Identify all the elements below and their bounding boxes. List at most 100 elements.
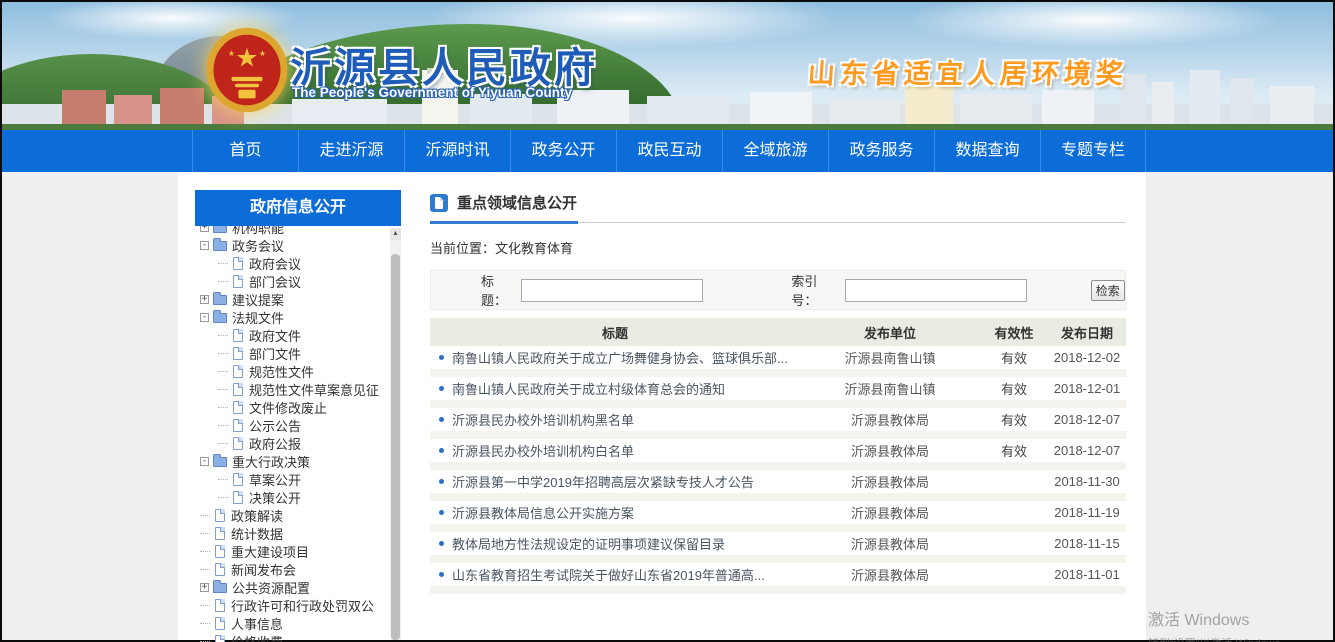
tree-item[interactable]: 行政许可和行政处罚双公: [197, 596, 389, 614]
doc-link[interactable]: 山东省教育招生考试院关于做好山东省2019年普通高...: [452, 565, 765, 584]
tree-item[interactable]: -政务会议: [197, 236, 389, 254]
tree-item-label: 人事信息: [231, 614, 283, 633]
date-cell: 2018-12-01: [1048, 381, 1126, 396]
validity-cell: 有效: [980, 410, 1048, 429]
tree-item[interactable]: 部门文件: [197, 344, 389, 362]
doc-link[interactable]: 教体局地方性法规设定的证明事项建议保留目录: [452, 534, 725, 553]
tree-item[interactable]: 政策解读: [197, 506, 389, 524]
tree-item[interactable]: 规范性文件草案意见征: [197, 380, 389, 398]
unit-cell: 沂源县教体局: [800, 565, 980, 584]
folder-icon: [213, 313, 227, 323]
tree-item[interactable]: 统计数据: [197, 524, 389, 542]
results-table: 标题发布单位有效性发布日期 南鲁山镇人民政府关于成立广场舞健身协会、篮球俱乐部.…: [430, 318, 1126, 594]
scroll-up-icon[interactable]: ▲: [390, 228, 401, 240]
award-text: 山东省适宜人居环境奖: [807, 52, 1130, 91]
tree-item-label: 决策公开: [249, 488, 301, 507]
tree-item[interactable]: + 建议提案: [197, 290, 389, 308]
nav-item[interactable]: 首页: [192, 130, 298, 172]
table-body: 南鲁山镇人民政府关于成立广场舞健身协会、篮球俱乐部...沂源县南鲁山镇有效201…: [430, 346, 1126, 594]
title-cell: 南鲁山镇人民政府关于成立广场舞健身协会、篮球俱乐部...: [430, 348, 800, 367]
nav-item[interactable]: 政务公开: [510, 130, 616, 172]
file-icon: [233, 419, 243, 432]
tree-item-label: 政策解读: [231, 506, 283, 525]
tree-item[interactable]: -法规文件: [197, 308, 389, 326]
tree-item[interactable]: 公示公告: [197, 416, 389, 434]
expand-toggle-icon[interactable]: -: [200, 241, 209, 250]
header-cell: 有效性: [980, 323, 1048, 342]
expand-toggle-icon[interactable]: +: [200, 295, 209, 304]
doc-link[interactable]: 沂源县教体局信息公开实施方案: [452, 503, 634, 522]
site-subtitle: The People's Government of Yiyuan County: [292, 85, 572, 100]
tree-item[interactable]: 政府公报: [197, 434, 389, 452]
tree-item[interactable]: 政府文件: [197, 326, 389, 344]
banner-image: ★ ★ ★ 沂源县人民政府 The People's Government of…: [2, 2, 1333, 130]
main-nav-bar: 首页走进沂源沂源时讯政务公开政民互动全域旅游政务服务数据查询专题专栏: [2, 130, 1333, 172]
tree-item[interactable]: 部门会议: [197, 272, 389, 290]
nav-item[interactable]: 走进沂源: [298, 130, 404, 172]
table-header: 标题发布单位有效性发布日期: [430, 318, 1126, 346]
table-row: 南鲁山镇人民政府关于成立村级体育总会的通知沂源县南鲁山镇有效2018-12-01: [430, 377, 1126, 408]
tree-item[interactable]: 政府会议: [197, 254, 389, 272]
nav-item[interactable]: 沂源时讯: [404, 130, 510, 172]
file-icon: [215, 527, 225, 540]
content-area: 政府信息公开 +机构职能-政务会议政府会议部门会议+建议提案-法规文件政府文件部…: [178, 172, 1146, 640]
scroll-thumb[interactable]: [391, 254, 400, 640]
folder-icon: [213, 583, 227, 593]
search-button[interactable]: 检索: [1091, 280, 1125, 301]
file-icon: [215, 635, 225, 642]
expand-toggle-icon[interactable]: -: [200, 313, 209, 322]
doc-link[interactable]: 沂源县民办校外培训机构白名单: [452, 441, 634, 460]
tree-item-label: 公示公告: [249, 416, 301, 435]
tree-item[interactable]: 规范性文件: [197, 362, 389, 380]
tree-connector: [200, 641, 210, 642]
tree-connector: [200, 569, 210, 570]
tree-item[interactable]: 草案公开: [197, 470, 389, 488]
file-icon: [233, 365, 243, 378]
tree-connector: [218, 407, 228, 408]
date-cell: 2018-12-07: [1048, 443, 1126, 458]
tree-item-label: 行政许可和行政处罚双公: [231, 596, 374, 615]
tree-item[interactable]: 价格收费: [197, 632, 389, 642]
index-input[interactable]: [845, 279, 1027, 302]
index-label: 索引号：: [791, 271, 842, 309]
city-skyline: [2, 68, 1333, 130]
bullet-icon: [439, 448, 444, 453]
document-icon: [430, 194, 448, 212]
tree-scrollbar[interactable]: ▲: [390, 228, 401, 640]
expand-toggle-icon[interactable]: -: [200, 457, 209, 466]
date-cell: 2018-12-02: [1048, 350, 1126, 365]
title-cell: 教体局地方性法规设定的证明事项建议保留目录: [430, 534, 800, 553]
tree-item-label: 重大建设项目: [231, 542, 309, 561]
main-nav: 首页走进沂源沂源时讯政务公开政民互动全域旅游政务服务数据查询专题专栏: [192, 130, 1146, 172]
unit-cell: 沂源县教体局: [800, 534, 980, 553]
doc-link[interactable]: 沂源县民办校外培训机构黑名单: [452, 410, 634, 429]
doc-link[interactable]: 南鲁山镇人民政府关于成立广场舞健身协会、篮球俱乐部...: [452, 348, 788, 367]
file-icon: [233, 257, 243, 270]
nav-item[interactable]: 政民互动: [616, 130, 722, 172]
file-icon: [233, 491, 243, 504]
doc-link[interactable]: 沂源县第一中学2019年招聘高层次紧缺专技人才公告: [452, 472, 754, 491]
tree-item[interactable]: -重大行政决策: [197, 452, 389, 470]
tree-item-label: 建议提案: [232, 290, 284, 309]
tree-item[interactable]: 人事信息: [197, 614, 389, 632]
bullet-icon: [439, 479, 444, 484]
unit-cell: 沂源县教体局: [800, 410, 980, 429]
tree-item-label: 政府公报: [249, 434, 301, 453]
nav-item[interactable]: 专题专栏: [1040, 130, 1146, 172]
nav-item[interactable]: 政务服务: [828, 130, 934, 172]
tree-connector: [200, 623, 210, 624]
table-row: 沂源县民办校外培训机构白名单沂源县教体局有效2018-12-07: [430, 439, 1126, 470]
tree-item-label: 统计数据: [231, 524, 283, 543]
doc-link[interactable]: 南鲁山镇人民政府关于成立村级体育总会的通知: [452, 379, 725, 398]
search-bar: 标题： 索引号： 检索: [430, 270, 1126, 310]
tree-item[interactable]: 决策公开: [197, 488, 389, 506]
tree-item[interactable]: +公共资源配置: [197, 578, 389, 596]
tree-item[interactable]: 重大建设项目: [197, 542, 389, 560]
expand-toggle-icon[interactable]: +: [200, 583, 209, 592]
date-cell: 2018-11-15: [1048, 536, 1126, 551]
tree-item[interactable]: 文件修改废止: [197, 398, 389, 416]
title-input[interactable]: [521, 279, 703, 302]
nav-item[interactable]: 数据查询: [934, 130, 1040, 172]
nav-item[interactable]: 全域旅游: [722, 130, 828, 172]
tree-item[interactable]: 新闻发布会: [197, 560, 389, 578]
